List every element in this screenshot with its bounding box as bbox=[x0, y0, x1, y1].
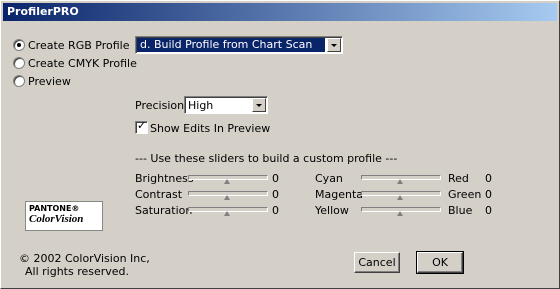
radio-icon[interactable] bbox=[13, 75, 25, 87]
brightness-value: 0 bbox=[272, 172, 279, 185]
contrast-value: 0 bbox=[272, 188, 279, 201]
red-label: Red bbox=[448, 172, 469, 185]
yellow-value: 0 bbox=[485, 204, 492, 217]
cancel-button[interactable]: Cancel bbox=[354, 252, 400, 273]
chevron-down-icon[interactable] bbox=[327, 38, 341, 52]
precision-label: Precision: bbox=[135, 99, 188, 112]
radio-label: Preview bbox=[28, 74, 71, 88]
copyright-line2: All rights reserved. bbox=[25, 265, 130, 278]
yellow-label: Yellow bbox=[315, 204, 349, 217]
radio-create-cmyk[interactable]: Create CMYK Profile bbox=[13, 55, 137, 71]
radio-icon[interactable] bbox=[13, 57, 25, 69]
cyan-value: 0 bbox=[485, 172, 492, 185]
blue-label: Blue bbox=[448, 204, 473, 217]
precision-value: High bbox=[188, 99, 214, 112]
show-edits-label: Show Edits In Preview bbox=[150, 122, 271, 135]
copyright-line1: © 2002 ColorVision Inc, bbox=[19, 252, 150, 265]
magenta-green-slider-thumb[interactable] bbox=[397, 195, 403, 200]
contrast-slider-thumb[interactable] bbox=[224, 195, 230, 200]
task-select-value: d. Build Profile from Chart Scan bbox=[137, 38, 325, 52]
pantone-colorvision-logo: PANTONE® ColorVision bbox=[25, 201, 103, 231]
radio-create-rgb[interactable]: Create RGB Profile bbox=[13, 37, 129, 53]
saturation-value: 0 bbox=[272, 204, 279, 217]
contrast-label: Contrast bbox=[135, 188, 183, 201]
window-title: ProfilerPRO bbox=[7, 5, 79, 18]
cyan-label: Cyan bbox=[315, 172, 343, 185]
saturation-slider-thumb[interactable] bbox=[224, 211, 230, 216]
radio-icon[interactable] bbox=[13, 39, 25, 51]
radio-label: Create RGB Profile bbox=[28, 38, 130, 52]
logo-colorvision-text: ColorVision bbox=[29, 213, 84, 225]
brightness-slider-thumb[interactable] bbox=[224, 179, 230, 184]
magenta-label: Magenta bbox=[315, 188, 364, 201]
green-label: Green bbox=[448, 188, 482, 201]
radio-preview[interactable]: Preview bbox=[13, 73, 71, 89]
radio-label: Create CMYK Profile bbox=[28, 56, 137, 70]
brightness-label: Brightness bbox=[135, 172, 194, 185]
logo-pantone-text: PANTONE® bbox=[29, 204, 80, 213]
sliders-hint: --- Use these sliders to build a custom … bbox=[135, 152, 398, 165]
chevron-down-icon[interactable] bbox=[252, 98, 266, 112]
show-edits-checkbox[interactable] bbox=[135, 119, 148, 134]
task-select[interactable]: d. Build Profile from Chart Scan bbox=[135, 36, 343, 54]
magenta-value: 0 bbox=[485, 188, 492, 201]
yellow-blue-slider-thumb[interactable] bbox=[397, 211, 403, 216]
saturation-label: Saturation bbox=[135, 204, 193, 217]
profiler-dialog: ProfilerPRO Create RGB Profile Create CM… bbox=[0, 0, 560, 289]
cyan-red-slider-thumb[interactable] bbox=[397, 179, 403, 184]
ok-button[interactable]: OK bbox=[416, 251, 464, 274]
precision-select[interactable]: High bbox=[184, 96, 268, 114]
title-bar: ProfilerPRO bbox=[3, 3, 557, 21]
